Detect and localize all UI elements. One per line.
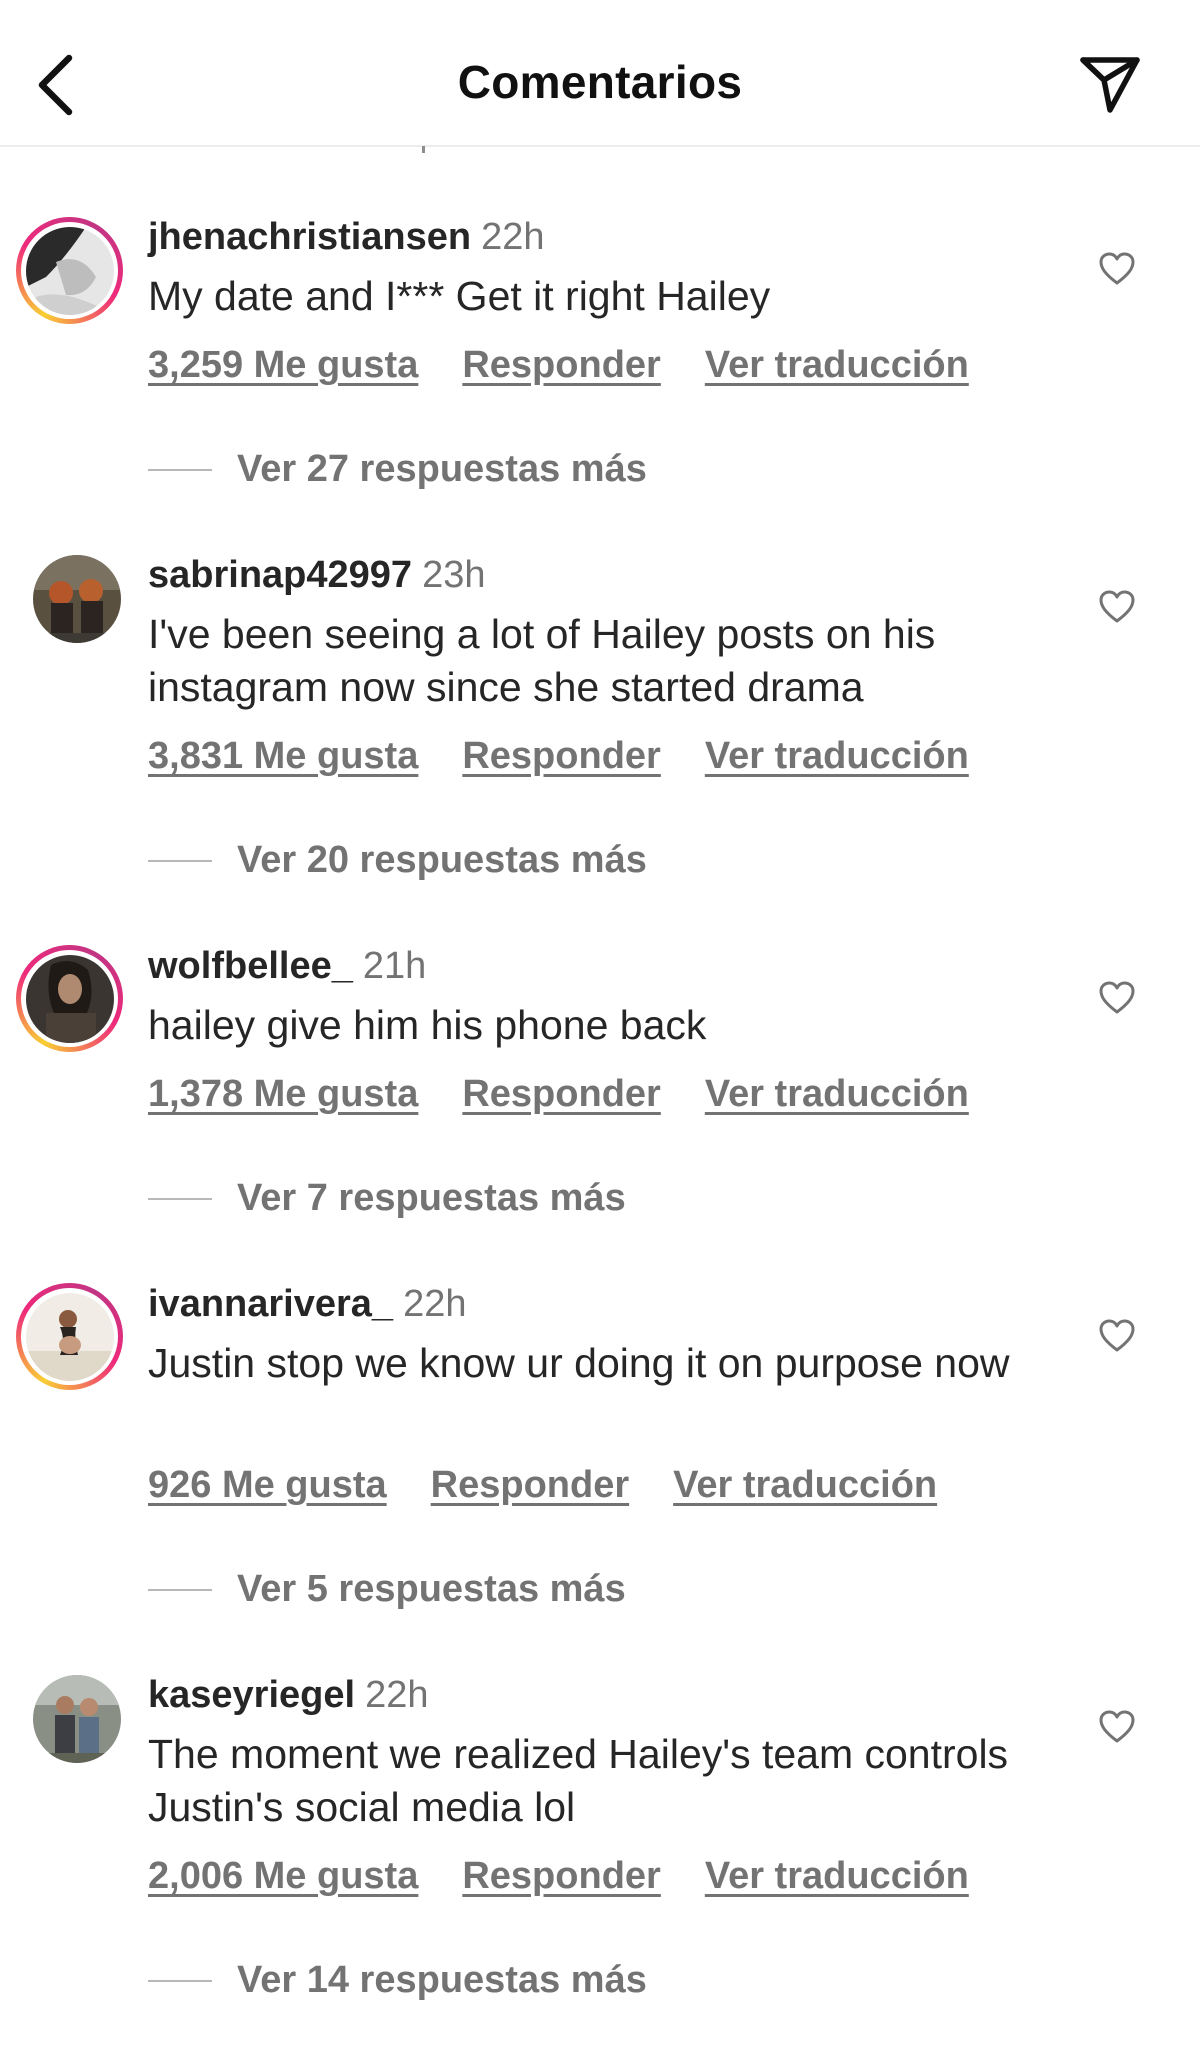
likes-count[interactable]: 3,259 Me gusta: [148, 344, 418, 386]
avatar: [25, 1292, 114, 1381]
likes-count[interactable]: 1,378 Me gusta: [148, 1073, 418, 1115]
comment-text: My date and I*** Get it right Hailey: [148, 273, 771, 319]
like-heart-icon[interactable]: [1097, 978, 1137, 1018]
comment-username[interactable]: kaseyriegel: [148, 1674, 355, 1716]
scroll-indicator: [422, 146, 425, 153]
comment-text: The moment we realized Hailey's team con…: [148, 1731, 1009, 1830]
translate-button[interactable]: Ver traducción: [705, 344, 969, 386]
translate-button[interactable]: Ver traducción: [705, 1855, 969, 1897]
avatar-story-ring[interactable]: [16, 1283, 123, 1390]
reply-button[interactable]: Responder: [462, 344, 660, 386]
view-replies-label: Ver 20 respuestas más: [237, 839, 647, 881]
replies-divider: [148, 859, 212, 862]
avatar: [25, 226, 114, 315]
comment-username[interactable]: ivannarivera_: [148, 1283, 393, 1325]
view-replies-label: Ver 14 respuestas más: [237, 1959, 647, 2001]
avatar-story-ring[interactable]: [16, 945, 123, 1052]
reply-button[interactable]: Responder: [462, 1855, 660, 1897]
comment-time: 22h: [365, 1674, 429, 1716]
avatar[interactable]: [33, 555, 121, 643]
share-button[interactable]: [1078, 53, 1142, 117]
reply-button[interactable]: Responder: [462, 735, 660, 777]
avatar: [25, 954, 114, 1043]
view-replies-label: Ver 7 respuestas más: [237, 1177, 626, 1219]
replies-divider: [148, 468, 212, 471]
reply-button[interactable]: Responder: [431, 1464, 629, 1506]
comment-time: 21h: [362, 945, 427, 987]
view-replies-label: Ver 5 respuestas más: [237, 1568, 626, 1610]
comment-username[interactable]: jhenachristiansen: [148, 216, 471, 258]
comments-screen: Comentarios jhenachristiansen 22h My dat…: [0, 0, 1200, 2065]
page-title: Comentarios: [457, 56, 743, 108]
translate-button[interactable]: Ver traducción: [705, 735, 969, 777]
comment-username[interactable]: sabrinap42997: [148, 554, 412, 596]
avatar[interactable]: [33, 1675, 121, 1763]
paper-plane-icon: [1080, 57, 1140, 113]
avatar-story-ring[interactable]: [16, 217, 123, 324]
translate-button[interactable]: Ver traducción: [705, 1073, 969, 1115]
like-heart-icon[interactable]: [1097, 249, 1137, 289]
view-replies-button[interactable]: Ver 14 respuestas más: [148, 1959, 647, 2002]
comment-text: Justin stop we know ur doing it on purpo…: [148, 1340, 1010, 1386]
likes-count[interactable]: 3,831 Me gusta: [148, 735, 418, 777]
like-heart-icon[interactable]: [1097, 1707, 1137, 1747]
view-replies-button[interactable]: Ver 5 respuestas más: [148, 1568, 626, 1611]
likes-count[interactable]: 2,006 Me gusta: [148, 1855, 418, 1897]
comment-time: 22h: [403, 1283, 467, 1325]
likes-count[interactable]: 926 Me gusta: [148, 1464, 387, 1506]
view-replies-button[interactable]: Ver 7 respuestas más: [148, 1177, 626, 1220]
header-bar: Comentarios: [0, 0, 1200, 147]
reply-button[interactable]: Responder: [462, 1073, 660, 1115]
comment-username[interactable]: wolfbellee_: [148, 945, 353, 987]
view-replies-button[interactable]: Ver 20 respuestas más: [148, 839, 647, 882]
replies-divider: [148, 1588, 212, 1591]
translate-button[interactable]: Ver traducción: [673, 1464, 937, 1506]
view-replies-button[interactable]: Ver 27 respuestas más: [148, 448, 647, 491]
view-replies-label: Ver 27 respuestas más: [237, 448, 647, 490]
comment-text: hailey give him his phone back: [148, 1002, 707, 1048]
like-heart-icon[interactable]: [1097, 587, 1137, 627]
replies-divider: [148, 1197, 212, 1200]
replies-divider: [148, 1979, 212, 1982]
like-heart-icon[interactable]: [1097, 1316, 1137, 1356]
comment-time: 23h: [422, 554, 486, 596]
comment-text: I've been seeing a lot of Hailey posts o…: [148, 611, 936, 710]
comment-time: 22h: [481, 216, 545, 258]
